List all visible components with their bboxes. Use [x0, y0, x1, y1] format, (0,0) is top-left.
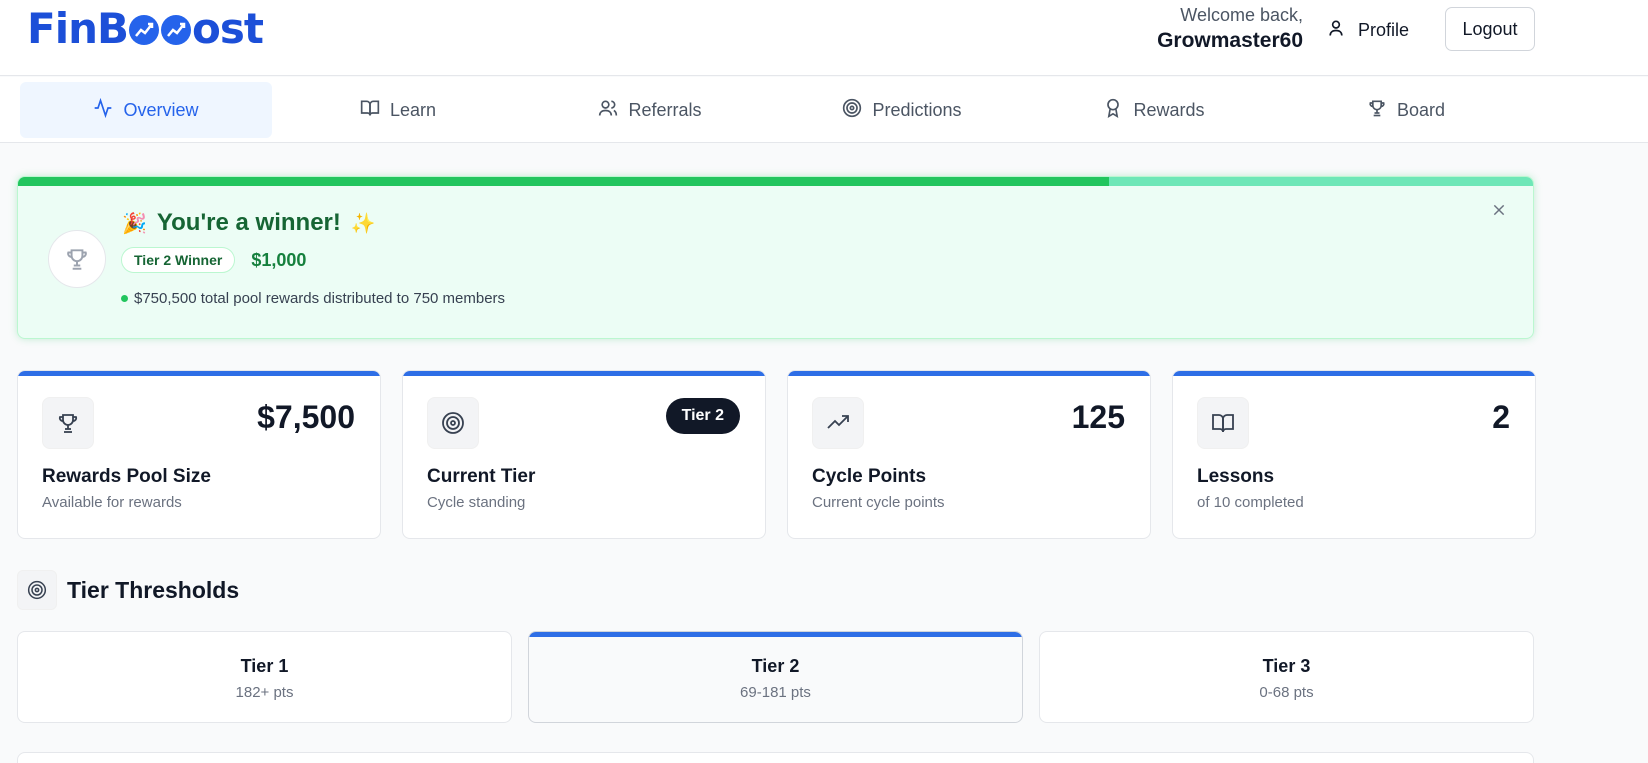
tier-range: 69-181 pts [740, 684, 811, 701]
banner-title: You're a winner! [156, 209, 341, 236]
tier-pill: Tier 2 [665, 398, 740, 434]
section-title: Tier Thresholds [67, 576, 240, 603]
activity-icon [93, 97, 113, 123]
target-icon [17, 570, 57, 610]
tier-name: Tier 1 [240, 656, 289, 676]
logo-chart-icon [161, 15, 191, 45]
profile-button[interactable]: Profile [1318, 10, 1417, 50]
welcome-text: Welcome back, [1180, 5, 1303, 25]
logo-text: FinB ost [27, 4, 264, 53]
banner-note: $750,500 total pool rewards distributed … [121, 290, 505, 307]
card-accent-bar [403, 371, 765, 376]
stat-value: 2 [1492, 399, 1510, 435]
current-tier-bar [529, 632, 1022, 637]
stat-label: Cycle Points [812, 466, 927, 487]
tab-board[interactable]: Board [1280, 82, 1532, 138]
stat-card-lessons: 2 Lessons of 10 completed [1172, 370, 1536, 539]
next-section-card [17, 752, 1534, 763]
card-accent-bar [18, 371, 380, 376]
app-header: FinB ost Welcome back, Growmaster60 Profi… [0, 0, 1648, 76]
stat-subtext: of 10 completed [1197, 494, 1304, 511]
tier-name: Tier 2 [751, 656, 800, 676]
tab-predictions[interactable]: Predictions [776, 82, 1028, 138]
tab-label: Overview [123, 99, 199, 120]
tab-label: Board [1396, 99, 1446, 120]
tier-range: 0-68 pts [1259, 684, 1314, 701]
profile-label: Profile [1358, 19, 1410, 40]
finboost-logo[interactable]: FinB ost [27, 4, 264, 54]
tab-rewards[interactable]: Rewards [1028, 82, 1280, 138]
book-icon [1197, 397, 1249, 449]
banner-progress-fill [18, 177, 1109, 186]
tier-name: Tier 3 [1262, 656, 1311, 676]
stat-label: Rewards Pool Size [42, 466, 211, 487]
tab-referrals[interactable]: Referrals [524, 82, 776, 138]
tab-learn[interactable]: Learn [272, 82, 524, 138]
tab-overview[interactable]: Overview [20, 82, 272, 138]
trophy-icon [42, 397, 94, 449]
target-icon [427, 397, 479, 449]
tab-label: Learn [389, 99, 437, 120]
username: Growmaster60 [1157, 29, 1303, 52]
tier-card-2-current: Tier 2 69-181 pts [528, 631, 1023, 723]
stat-card-rewards-pool: $7,500 Rewards Pool Size Available for r… [17, 370, 381, 539]
trophy-icon [48, 230, 106, 288]
tier-winner-badge: Tier 2 Winner [121, 247, 236, 273]
banner-note-text: $750,500 total pool rewards distributed … [134, 290, 506, 307]
stat-card-cycle-points: 125 Cycle Points Current cycle points [787, 370, 1151, 539]
banner-badge-row: Tier 2 Winner $1,000 [121, 247, 306, 273]
tier-card-1: Tier 1 182+ pts [17, 631, 512, 723]
winner-amount: $1,000 [251, 249, 307, 270]
stat-subtext: Current cycle points [812, 494, 945, 511]
target-icon [842, 98, 862, 123]
tier-thresholds-header: Tier Thresholds [17, 570, 239, 610]
stat-value: $7,500 [257, 399, 355, 435]
winner-banner: 🎉 You're a winner! ✨ Tier 2 Winner $1,00… [17, 176, 1534, 339]
card-accent-bar [1173, 371, 1535, 376]
trending-up-icon [812, 397, 864, 449]
card-accent-bar [788, 371, 1150, 376]
stat-label: Current Tier [427, 466, 536, 487]
stat-card-current-tier: Tier 2 Current Tier Cycle standing [402, 370, 766, 539]
status-dot [121, 295, 128, 302]
stat-subtext: Cycle standing [427, 494, 526, 511]
tier-range: 182+ pts [235, 684, 294, 701]
main-nav: Overview Learn Referrals Predictions Rew… [0, 77, 1648, 143]
stat-value: 125 [1071, 399, 1125, 435]
award-icon [1103, 98, 1123, 123]
welcome-block: Welcome back, Growmaster60 [1157, 4, 1303, 56]
book-icon [360, 98, 380, 123]
stat-subtext: Available for rewards [42, 494, 182, 511]
party-popper-icon: 🎉 [122, 212, 147, 235]
trophy-icon [1367, 98, 1387, 123]
sparkles-icon: ✨ [350, 212, 376, 235]
close-icon[interactable] [1489, 200, 1509, 220]
user-icon [1326, 18, 1346, 43]
tab-label: Referrals [628, 99, 702, 120]
stat-label: Lessons [1197, 466, 1275, 487]
users-icon [598, 98, 618, 123]
banner-title-row: 🎉 You're a winner! ✨ [122, 209, 376, 237]
tier-card-3: Tier 3 0-68 pts [1039, 631, 1534, 723]
tab-label: Rewards [1133, 99, 1205, 120]
logo-chart-icon [129, 15, 159, 45]
logout-button[interactable]: Logout [1445, 7, 1535, 51]
tab-label: Predictions [872, 99, 962, 120]
banner-progress-track [18, 177, 1533, 186]
